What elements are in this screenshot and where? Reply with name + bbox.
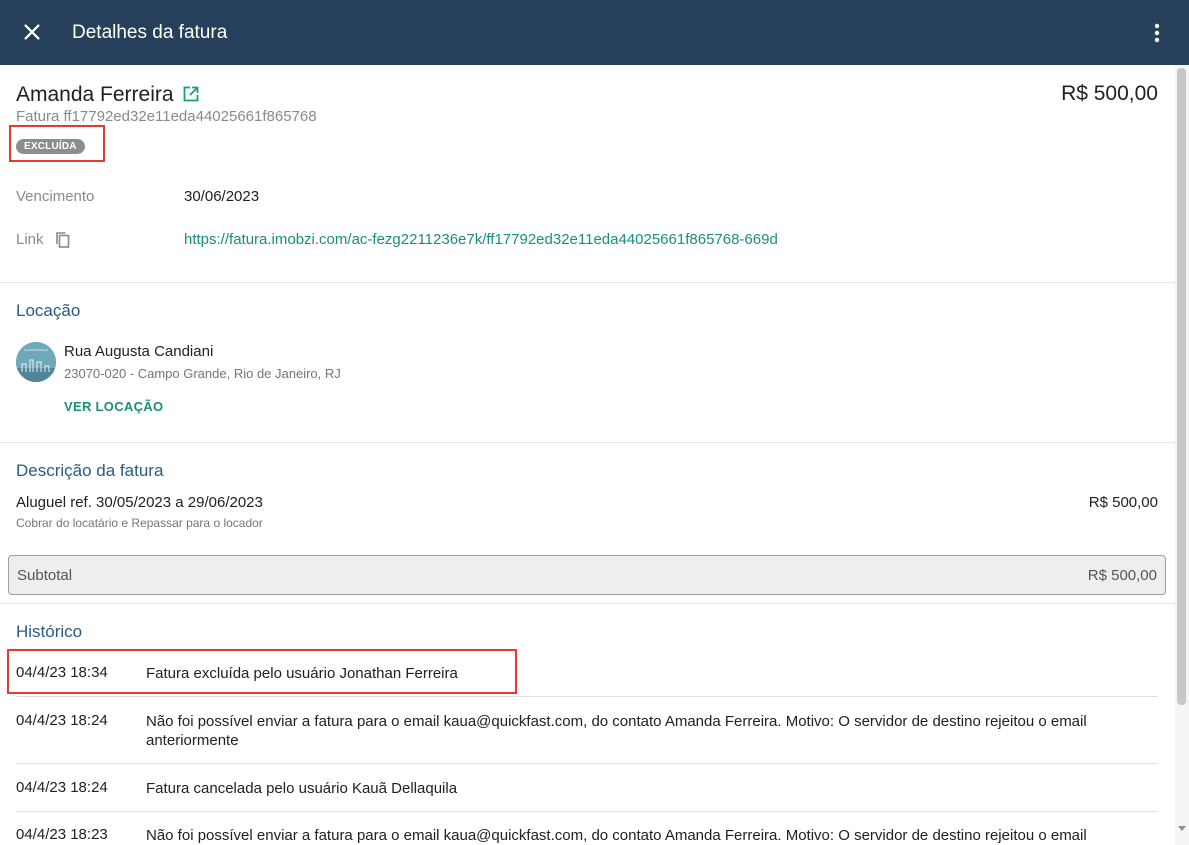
page-title: Detalhes da fatura [72,22,228,43]
invoice-id: Fatura ff17792ed32e11eda44025661f865768 [16,108,317,125]
copy-icon[interactable] [54,231,72,249]
scrollbar-thumb[interactable] [1177,68,1186,705]
divider [0,282,1175,283]
customer-name: Amanda Ferreira [16,83,174,106]
history-text: Não foi possível enviar a fatura para o … [146,827,1087,844]
description-section-title: Descrição da fatura [16,461,164,480]
history-date: 04/4/23 18:24 [16,779,108,796]
history-text: Não foi possível enviar a fatura para o … [146,713,1087,749]
location-section-title: Locação [16,301,81,320]
status-highlight-box [9,125,105,162]
scroll-down-arrow-icon[interactable] [1178,826,1186,831]
history-separator [16,811,1158,812]
history-highlight-box [7,649,517,694]
more-vertical-icon[interactable] [1148,22,1166,44]
open-in-new-icon[interactable] [182,85,200,103]
invoice-details-panel: Amanda Ferreira R$ 500,00 Fatura ff17792… [0,65,1175,845]
invoice-link[interactable]: https://fatura.imobzi.com/ac-fezg2211236… [184,231,778,248]
divider [0,603,1175,604]
app-header: Detalhes da fatura [0,0,1189,65]
history-section-title: Histórico [16,622,83,641]
subtotal-row: Subtotal R$ 500,00 [8,555,1166,595]
property-avatar [16,342,56,382]
view-location-button[interactable]: VER LOCAÇÃO [64,399,163,414]
location-street: Rua Augusta Candiani [64,343,214,360]
invoice-amount: R$ 500,00 [1061,82,1158,105]
history-separator [16,696,1158,697]
history-separator [16,763,1158,764]
link-label: Link [16,231,44,248]
history-text: Fatura cancelada pelo usuário Kauã Della… [146,780,458,797]
history-date: 04/4/23 18:24 [16,712,108,729]
due-date-value: 30/06/2023 [184,188,260,205]
subtotal-label: Subtotal [17,567,73,584]
close-icon[interactable] [21,21,43,43]
description-item-amount: R$ 500,00 [1088,494,1158,511]
divider [0,442,1175,443]
location-city: 23070-020 - Campo Grande, Rio de Janeiro… [64,366,341,381]
description-item-sub: Cobrar do locatário e Repassar para o lo… [16,516,263,530]
due-date-label: Vencimento [16,188,95,205]
subtotal-value: R$ 500,00 [1087,567,1157,584]
history-date: 04/4/23 18:23 [16,826,108,843]
description-item: Aluguel ref. 30/05/2023 a 29/06/2023 [16,494,263,511]
